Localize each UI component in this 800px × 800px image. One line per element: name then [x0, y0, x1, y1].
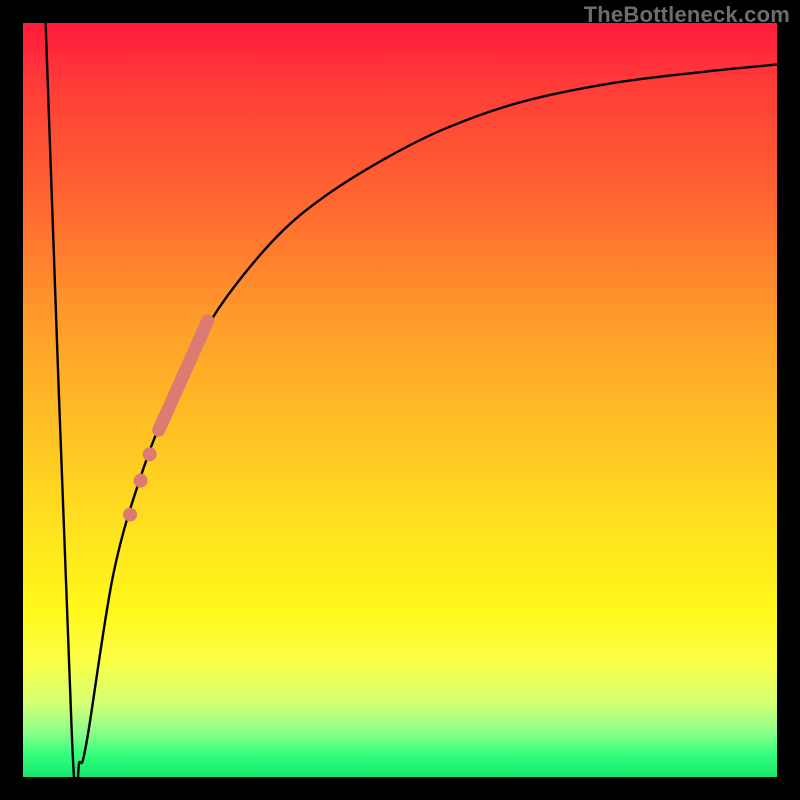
marker-dot [123, 508, 137, 522]
chart-container: TheBottleneck.com [0, 0, 800, 800]
marker-thick-segment [159, 321, 208, 430]
marker-dots [123, 447, 157, 521]
bottleneck-curve [46, 23, 777, 800]
watermark-text: TheBottleneck.com [584, 2, 790, 28]
marker-dot [134, 474, 148, 488]
chart-svg [23, 23, 777, 777]
plot-background [23, 23, 777, 777]
marker-dot [143, 447, 157, 461]
